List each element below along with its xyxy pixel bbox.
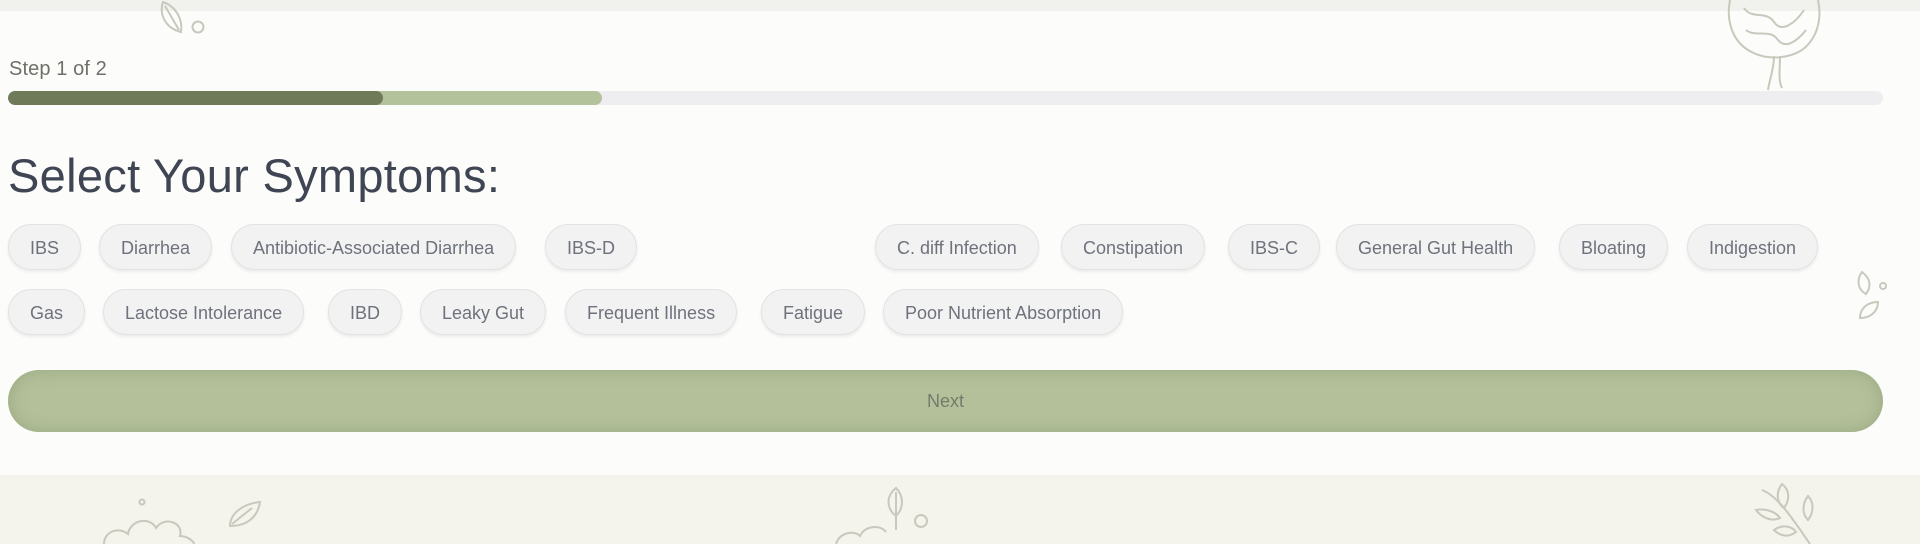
cloud-icon: [100, 496, 270, 544]
leaf-icon: [1852, 270, 1892, 322]
symptom-chip[interactable]: C. diff Infection: [875, 224, 1039, 270]
symptom-chip[interactable]: General Gut Health: [1336, 224, 1536, 270]
symptom-chip[interactable]: Bloating: [1559, 224, 1669, 270]
bottom-strip: [0, 475, 1920, 544]
next-button[interactable]: Next: [8, 370, 1883, 432]
symptom-chip[interactable]: Frequent Illness: [565, 289, 738, 335]
symptom-chip[interactable]: Diarrhea: [99, 224, 213, 270]
symptom-chip[interactable]: Constipation: [1061, 224, 1206, 270]
symptom-chip[interactable]: Antibiotic-Associated Diarrhea: [231, 224, 517, 270]
symptom-chip[interactable]: IBS: [8, 224, 82, 270]
page-title: Select Your Symptoms:: [8, 149, 501, 202]
step-indicator: Step 1 of 2: [9, 58, 107, 80]
symptom-chip[interactable]: IBS-D: [545, 224, 638, 270]
symptom-chip[interactable]: Leaky Gut: [420, 289, 547, 335]
sprig-icon: [1752, 478, 1822, 544]
symptom-chip[interactable]: Lactose Intolerance: [103, 289, 305, 335]
symptom-chip[interactable]: IBS-C: [1228, 224, 1321, 270]
leaf-icon: [834, 486, 934, 544]
progress-bar: [8, 91, 1883, 105]
symptom-chip[interactable]: Poor Nutrient Absorption: [883, 289, 1124, 335]
top-strip: [0, 0, 1920, 11]
leaf-icon: [155, 0, 205, 38]
symptom-chip[interactable]: Fatigue: [761, 289, 866, 335]
symptom-chip[interactable]: IBD: [328, 289, 403, 335]
symptom-chip[interactable]: Indigestion: [1687, 224, 1819, 270]
symptom-chip[interactable]: Gas: [8, 289, 86, 335]
progress-bar-step: [8, 91, 383, 105]
intestine-icon: [1722, 0, 1828, 92]
